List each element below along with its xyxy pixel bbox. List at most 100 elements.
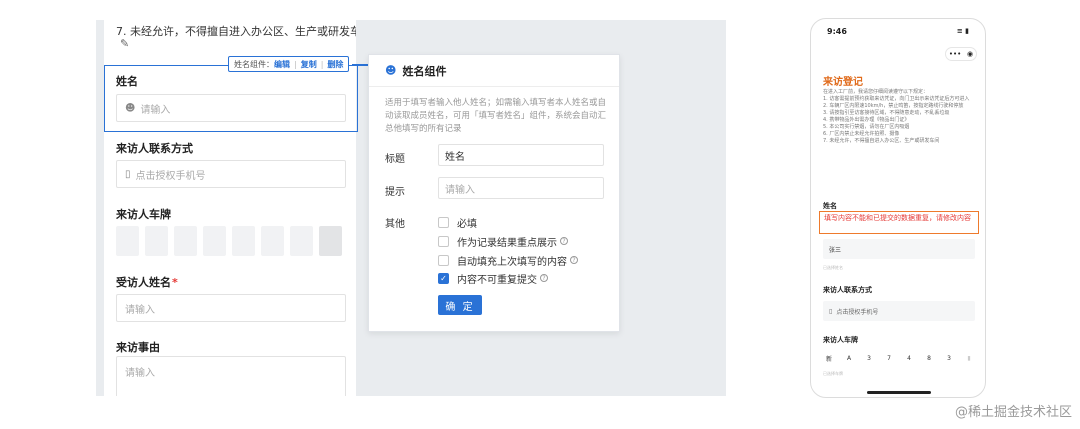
- hint-label: 提示: [385, 187, 405, 198]
- rule-line: 1. 访客需提前预约获取来访凭证，向门卫出示来访凭证后方可进入: [823, 96, 970, 102]
- checkbox[interactable]: [438, 216, 449, 228]
- panel-title: 姓名组件: [402, 64, 447, 78]
- plate-cell[interactable]: [203, 226, 226, 256]
- field-label-host: 受访人姓名*: [116, 274, 178, 290]
- rule-line: 在进入工厂前，我请您仔细阅读遵守以下规定：: [823, 89, 929, 95]
- rule-line: 5. 本公司实行禁烟，请勿在厂区内吸烟: [823, 124, 910, 130]
- reason-textarea[interactable]: 请输入: [116, 356, 346, 396]
- title-label: 标题: [385, 154, 405, 165]
- plate-cell[interactable]: [261, 226, 284, 256]
- required-mark: *: [172, 276, 178, 289]
- option-label: 必填: [457, 218, 477, 230]
- duplicate-error-message: 填写内容不能和已提交的数据重复，请修改内容: [819, 211, 979, 234]
- host-label-text: 受访人姓名: [116, 276, 171, 289]
- pencil-icon[interactable]: ✎: [120, 37, 129, 50]
- rule-line: 6. 厂区内禁止未经允许拍照、摄像: [823, 131, 900, 137]
- option-no-duplicate[interactable]: ✓ 内容不可重复提交 ?: [438, 271, 548, 286]
- help-icon[interactable]: ?: [540, 274, 548, 282]
- copy-button[interactable]: 复制: [301, 59, 317, 70]
- rule-text: 7. 未经允许，不得擅自进入办公区、生产或研发车间: [116, 25, 356, 38]
- status-bar: 9:46 ≡ ▮: [811, 19, 985, 43]
- edit-button[interactable]: 编辑: [274, 59, 290, 70]
- phone-contact-input[interactable]: ▯ 点击授权手机号: [823, 301, 975, 321]
- contact-input-placeholder: 点击授权手机号: [135, 170, 206, 182]
- phone-plate-input[interactable]: 新 A 3 7 4 8 3 ▮: [823, 351, 975, 365]
- other-label: 其他: [385, 219, 405, 230]
- checkbox[interactable]: [438, 254, 449, 266]
- option-label: 自动填充上次填写的内容: [457, 256, 567, 268]
- field-label-plate: 来访人车牌: [116, 208, 171, 221]
- nav-bar: ••• ◉: [811, 43, 985, 65]
- host-input[interactable]: 请输入: [116, 294, 346, 322]
- rule-line: 2. 车辆厂区内限速10km/h，禁止鸣笛，按指定路线行驶和停放: [823, 103, 964, 109]
- rule-line: 4. 携带物品外出需办理《物品出门证》: [823, 117, 910, 123]
- title-input[interactable]: 姓名: [438, 144, 604, 166]
- reason-placeholder: 请输入: [125, 368, 155, 379]
- plate-cell[interactable]: [290, 226, 313, 256]
- phone-plate-label: 来访人车牌: [823, 336, 858, 344]
- option-highlight[interactable]: 作为记录结果重点展示 ?: [438, 234, 568, 249]
- plate-char[interactable]: A: [843, 355, 855, 362]
- hint-input-placeholder: 请输入: [445, 184, 475, 196]
- close-circle-icon[interactable]: ◉: [967, 50, 973, 58]
- toolbar-divider: |: [320, 59, 324, 69]
- phone-name-input[interactable]: 张三: [823, 239, 975, 259]
- host-input-placeholder: 请输入: [125, 304, 155, 316]
- help-icon[interactable]: ?: [560, 237, 568, 245]
- option-label: 作为记录结果重点展示: [457, 237, 557, 249]
- plate-cell-new-energy[interactable]: [319, 226, 342, 256]
- properties-panel: ☻ 姓名组件 适用于填写者输入他人姓名；如需输入填写者本人姓名或自动读取成员姓名…: [368, 54, 620, 332]
- plate-cell[interactable]: [116, 226, 139, 256]
- toolbar-divider: |: [294, 59, 297, 69]
- phone-name-hint: 已选择姓名: [823, 265, 843, 270]
- phone-name-value: 张三: [829, 246, 842, 254]
- checkbox-checked[interactable]: ✓: [438, 272, 449, 284]
- more-icon[interactable]: •••: [949, 50, 961, 58]
- hint-input[interactable]: 请输入: [438, 177, 604, 199]
- signal-battery-icon: ≡ ▮: [956, 27, 969, 35]
- plate-char[interactable]: 3: [943, 355, 955, 362]
- delete-button[interactable]: 删除: [327, 59, 343, 70]
- plate-char[interactable]: 3: [863, 355, 875, 362]
- rule-line: 7. 未经允许，不得擅自进入办公区、生产或研发车间: [823, 138, 940, 144]
- plate-char[interactable]: 7: [883, 355, 895, 362]
- phone-name-label: 姓名: [823, 202, 837, 210]
- phone-contact-placeholder: 点击授权手机号: [836, 308, 879, 316]
- confirm-button[interactable]: 确 定: [438, 295, 482, 315]
- phone-icon: ▯: [829, 307, 833, 315]
- selected-field-outline: [104, 65, 358, 132]
- plate-input[interactable]: [116, 226, 346, 256]
- option-label: 内容不可重复提交: [457, 274, 537, 286]
- plate-char[interactable]: 4: [903, 355, 915, 362]
- toolbar-prefix: 姓名组件：: [234, 59, 274, 69]
- miniapp-capsule[interactable]: ••• ◉: [945, 47, 977, 61]
- option-autofill[interactable]: 自动填充上次填写的内容 ?: [438, 253, 578, 268]
- phone-page-title: 来访登记: [823, 77, 863, 88]
- plate-cell[interactable]: [145, 226, 168, 256]
- phone-plate-hint: 已选择车牌: [823, 371, 843, 376]
- title-input-value: 姓名: [445, 151, 465, 163]
- contact-input[interactable]: ▯ 点击授权手机号: [116, 160, 346, 188]
- phone-rules: 在进入工厂前，我请您仔细阅读遵守以下规定： 1. 访客需提前预约获取来访凭证，向…: [823, 89, 977, 145]
- plate-cell[interactable]: [174, 226, 197, 256]
- watermark: @稀土掘金技术社区: [954, 405, 1072, 420]
- phone-icon: ▯: [125, 168, 131, 180]
- home-indicator: [867, 391, 931, 394]
- panel-description: 适用于填写者输入他人姓名；如需输入填写者本人姓名或自动读取成员姓名，可用「填写者…: [385, 98, 607, 134]
- rule-line: 3. 请按指引至访客接待区域，不得随意走动，不乱丢垃圾: [823, 110, 950, 116]
- option-required[interactable]: 必填: [438, 215, 477, 230]
- help-icon[interactable]: ?: [570, 256, 578, 264]
- panel-header: ☻ 姓名组件: [369, 55, 619, 87]
- plate-cell[interactable]: [232, 226, 255, 256]
- mobile-preview: 9:46 ≡ ▮ ••• ◉ 来访登记 在进入工厂前，我请您仔细阅读遵守以下规定…: [810, 18, 986, 398]
- status-time: 9:46: [827, 27, 847, 36]
- checkbox[interactable]: [438, 235, 449, 247]
- field-toolbar: 姓名组件： 编辑 | 复制 | 删除: [228, 56, 350, 72]
- plate-char-extra[interactable]: ▮: [963, 355, 975, 362]
- field-label-contact: 来访人联系方式: [116, 142, 193, 155]
- person-icon: ☻: [385, 64, 397, 77]
- field-label-reason: 来访事由: [116, 341, 160, 354]
- plate-char[interactable]: 新: [823, 354, 835, 363]
- phone-contact-label: 来访人联系方式: [823, 286, 872, 294]
- plate-char[interactable]: 8: [923, 355, 935, 362]
